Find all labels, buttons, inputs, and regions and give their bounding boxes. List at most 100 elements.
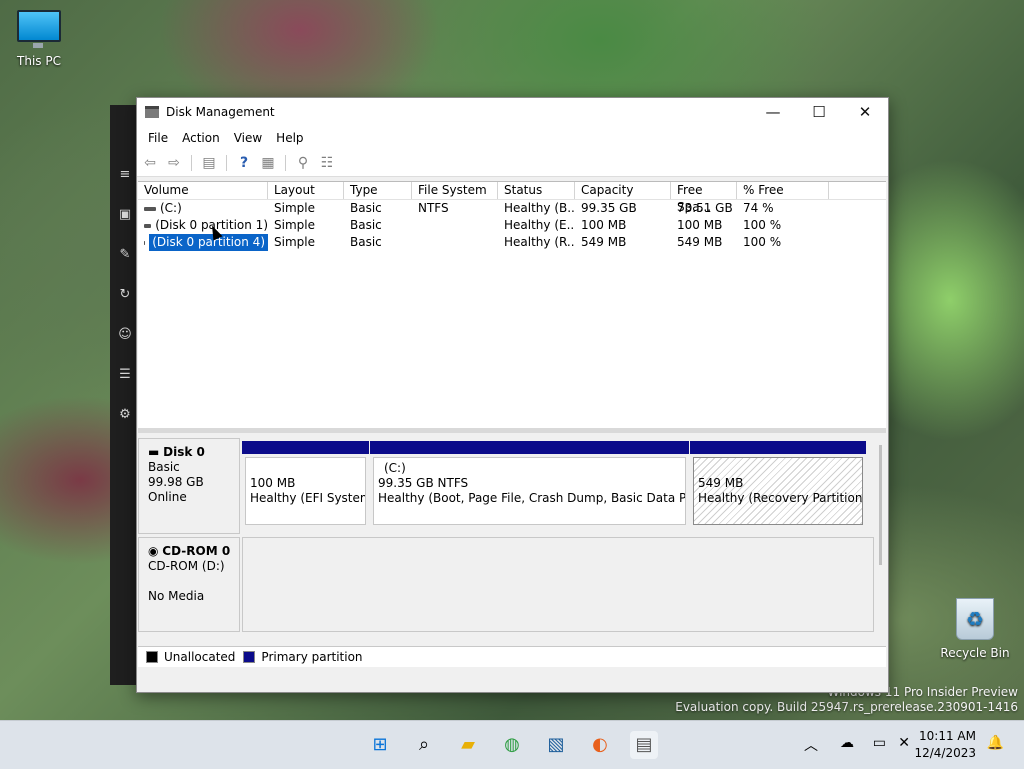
free-space-cell: 73.51 GB — [677, 201, 733, 215]
column-capacity[interactable]: Capacity — [575, 182, 671, 199]
vertical-scrollbar[interactable] — [879, 445, 882, 565]
toolbar-separator — [285, 154, 286, 171]
search-icon[interactable]: ⌕ — [410, 731, 438, 759]
volume-cell: (Disk 0 partition 4) — [138, 234, 268, 251]
notification-bell-icon[interactable]: 🔔 — [987, 735, 1004, 751]
primary-partition-bar — [690, 441, 866, 454]
capacity-cell: 549 MB — [581, 235, 627, 249]
column-status[interactable]: Status — [498, 182, 575, 199]
volume-row-selected[interactable]: (Disk 0 partition 4) Simple Basic Health… — [138, 234, 886, 251]
legend-unallocated: Unallocated — [164, 650, 236, 664]
column-free-space[interactable]: Free Spa... — [671, 182, 737, 214]
minimize-button[interactable]: — — [750, 98, 796, 127]
volume-list: Volume Layout Type File System Status Ca… — [138, 181, 886, 428]
disk-management-icon[interactable]: ▤ — [630, 731, 658, 759]
cdrom-0-row: ◉ CD-ROM 0 CD-ROM (D:) No Media — [138, 537, 874, 632]
column-volume[interactable]: Volume — [138, 182, 268, 199]
this-pc-shortcut[interactable]: This PC — [4, 10, 74, 68]
percent-free-cell: 100 % — [743, 218, 782, 232]
volume-name: (C:) — [160, 201, 182, 215]
column-layout[interactable]: Layout — [268, 182, 344, 199]
layout-cell: Simple — [274, 235, 315, 249]
volume-cell: (C:) — [138, 200, 268, 217]
partition-status: Healthy (EFI System P — [250, 491, 365, 505]
console-tree-icon[interactable]: ▤ — [200, 155, 218, 171]
maximize-button[interactable]: ☐ — [796, 98, 842, 127]
disk-drive-icon: ▬ — [148, 445, 164, 459]
primary-partition-bar — [370, 441, 689, 454]
menu-action[interactable]: Action — [175, 131, 227, 145]
window-title: Disk Management — [166, 105, 275, 119]
clock[interactable]: 10:11 AM 12/4/2023 — [914, 728, 976, 762]
partition-efi[interactable]: 100 MB Healthy (EFI System P — [242, 441, 369, 527]
partition-size: 549 MB — [698, 476, 744, 490]
start-icon[interactable]: ⊞ — [366, 731, 394, 759]
status-cell: Healthy (E... — [504, 218, 575, 232]
drive-icon — [144, 223, 152, 228]
toolbar: ⇦ ⇨ ▤ ? ▦ ⚲ ☷ — [137, 149, 888, 177]
taskbar: ⊞ ⌕ ▰ ◍ ▧ ◐ ▤ ︿ ☁ ▭ ✕ 10:11 AM 12/4/2023… — [0, 720, 1024, 769]
toolbar-separator — [191, 154, 192, 171]
rescan-icon[interactable]: ⚲ — [294, 155, 312, 171]
disk-management-window: Disk Management — ☐ ✕ File Action View H… — [136, 97, 889, 693]
volume-row[interactable]: (Disk 0 partition 1) Simple Basic Health… — [138, 217, 886, 234]
title-bar[interactable]: Disk Management — ☐ ✕ — [137, 98, 888, 127]
partition-info: 100 MB Healthy (EFI System P — [245, 457, 366, 525]
file-system-cell — [412, 217, 498, 234]
help-icon[interactable]: ? — [235, 155, 253, 171]
volume-row[interactable]: (C:) Simple Basic NTFS Healthy (B... 99.… — [138, 200, 886, 217]
disk-0-label[interactable]: ▬ Disk 0 Basic 99.98 GB Online — [138, 438, 240, 534]
menu-view[interactable]: View — [227, 131, 269, 145]
menu-file[interactable]: File — [141, 131, 175, 145]
partition-info: (C:) 99.35 GB NTFS Healthy (Boot, Page F… — [373, 457, 686, 525]
onedrive-icon[interactable]: ☁ — [840, 735, 854, 751]
photos-icon[interactable]: ▧ — [542, 731, 570, 759]
cdrom-0-label[interactable]: ◉ CD-ROM 0 CD-ROM (D:) No Media — [138, 537, 240, 632]
disk-size: 99.98 GB — [148, 475, 204, 489]
network-icon[interactable]: ▭ — [873, 735, 886, 751]
firefox-icon[interactable]: ◐ — [586, 731, 614, 759]
status-cell: Healthy (B... — [504, 201, 575, 215]
chevron-up-icon[interactable]: ︿ — [804, 735, 818, 755]
properties-icon[interactable]: ▦ — [259, 155, 277, 171]
capacity-cell: 99.35 GB — [581, 201, 637, 215]
partition-status: Healthy (Boot, Page File, Crash Dump, Ba… — [378, 491, 686, 505]
menu-bar: File Action View Help — [137, 127, 888, 149]
column-file-system[interactable]: File System — [412, 182, 498, 199]
volume-cell: (Disk 0 partition 1) — [138, 217, 268, 234]
settings-icon[interactable]: ☷ — [318, 155, 336, 171]
disk-management-app-icon — [145, 106, 159, 118]
column-percent-free[interactable]: % Free — [737, 182, 829, 199]
percent-free-cell: 74 % — [743, 201, 774, 215]
menu-help[interactable]: Help — [269, 131, 310, 145]
disk-0-row: ▬ Disk 0 Basic 99.98 GB Online 100 MB He… — [138, 438, 874, 534]
file-explorer-icon[interactable]: ▰ — [454, 731, 482, 759]
clock-time: 10:11 AM — [919, 729, 976, 743]
partition-size: 100 MB — [250, 476, 296, 490]
recycle-bin-shortcut[interactable]: ♻ Recycle Bin — [940, 598, 1010, 660]
column-type[interactable]: Type — [344, 182, 412, 199]
type-cell: Basic — [350, 235, 382, 249]
layout-cell: Simple — [274, 218, 315, 232]
forward-icon[interactable]: ⇨ — [165, 155, 183, 171]
free-space-cell: 100 MB — [677, 218, 723, 232]
file-system-cell — [412, 234, 498, 251]
partition-recovery-selected[interactable]: 549 MB Healthy (Recovery Partition) — [690, 441, 866, 527]
close-button[interactable]: ✕ — [842, 98, 888, 127]
cdrom-media: No Media — [148, 589, 205, 603]
toolbar-separator — [226, 154, 227, 171]
back-icon[interactable]: ⇦ — [141, 155, 159, 171]
chrome-icon[interactable]: ◍ — [498, 731, 526, 759]
cdrom-name: CD-ROM 0 — [162, 544, 231, 558]
watermark-build: Evaluation copy. Build 25947.rs_prerelea… — [675, 700, 1018, 714]
status-cell: Healthy (R... — [504, 235, 575, 249]
cdrom-drive: CD-ROM (D:) — [148, 559, 225, 573]
volume-list-header: Volume Layout Type File System Status Ca… — [138, 182, 886, 214]
volume-name: (Disk 0 partition 4) — [149, 234, 268, 251]
clock-date: 12/4/2023 — [914, 746, 976, 760]
legend-primary-partition: Primary partition — [261, 650, 363, 664]
volume-muted-icon[interactable]: ✕ — [898, 735, 910, 751]
partition-status: Healthy (Recovery Partition) — [698, 491, 863, 505]
partition-c-drive[interactable]: (C:) 99.35 GB NTFS Healthy (Boot, Page F… — [370, 441, 689, 527]
monitor-icon — [17, 10, 61, 48]
